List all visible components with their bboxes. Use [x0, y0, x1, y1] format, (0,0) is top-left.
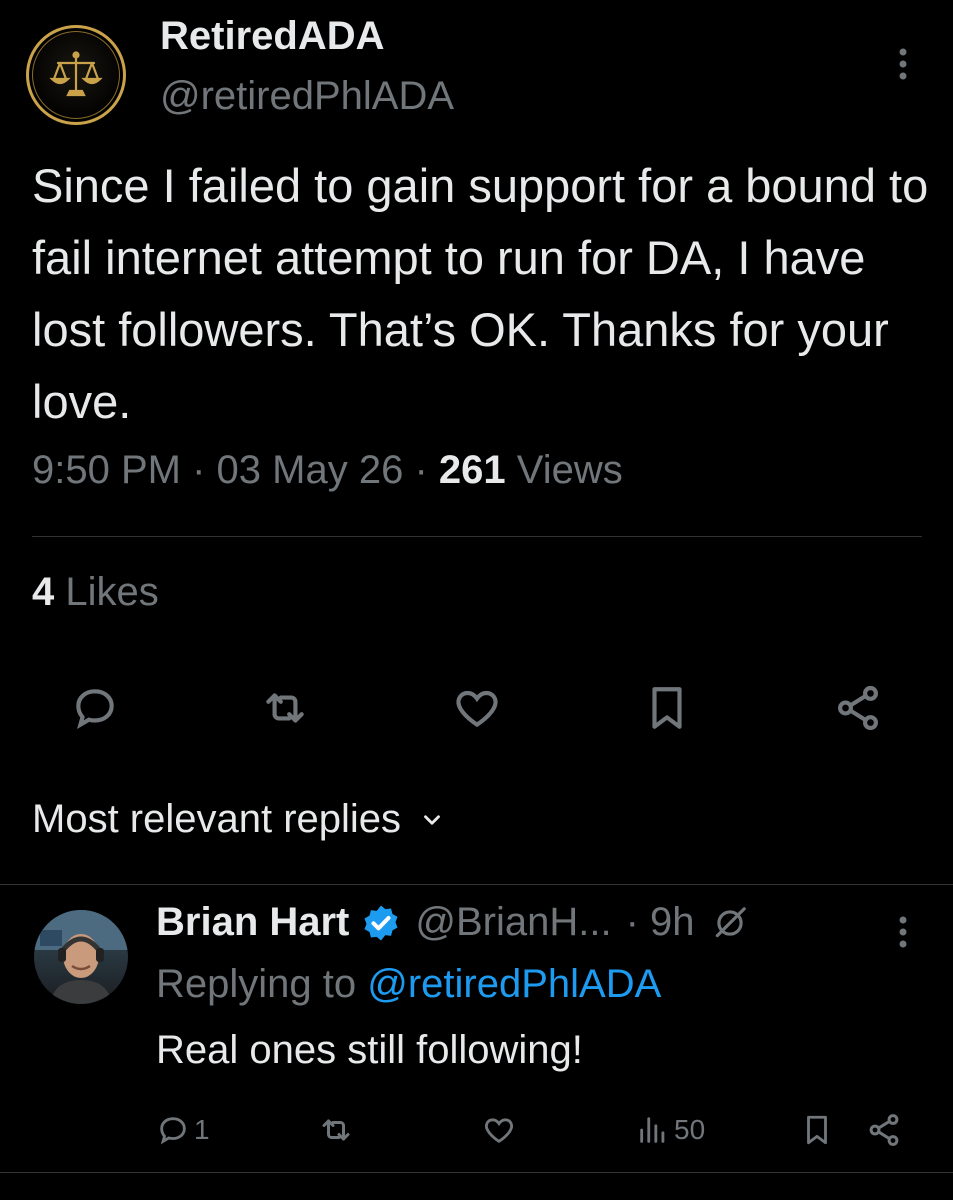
replies-sort-dropdown[interactable]: Most relevant replies: [32, 797, 445, 842]
likes-summary[interactable]: 4 Likes: [32, 570, 159, 615]
reply-more-options-icon[interactable]: [890, 912, 916, 952]
meta-separator: ·: [192, 448, 206, 492]
like-icon: [485, 1118, 513, 1144]
reply-retweet-button[interactable]: [318, 1108, 354, 1152]
reply-like-button[interactable]: [482, 1108, 516, 1152]
bookmark-icon: [652, 687, 682, 729]
reply-header: Brian Hart @BrianH... · 9h: [156, 900, 749, 945]
retweet-icon: [266, 693, 304, 723]
replying-to-handle[interactable]: @retiredPhlADA: [367, 962, 661, 1006]
more-options-icon[interactable]: [890, 44, 916, 84]
views-icon: [640, 1117, 665, 1143]
reply-bookmark-button[interactable]: [800, 1108, 834, 1152]
reply-display-name[interactable]: Brian Hart: [156, 900, 349, 945]
reply-button[interactable]: [67, 680, 123, 736]
reply-icon: [76, 689, 114, 730]
reply-handle[interactable]: @BrianH...: [415, 900, 611, 945]
divider: [0, 1172, 953, 1173]
tweet-text: Since I failed to gain support for a bou…: [32, 159, 929, 428]
share-icon: [869, 1114, 899, 1146]
replies-sort-label: Most relevant replies: [32, 797, 402, 841]
tweet-meta: 9:50 PM · 03 May 26 · 261 Views: [32, 448, 623, 493]
retweet-icon: [322, 1119, 350, 1141]
reply-count: 1: [194, 1114, 210, 1145]
share-button[interactable]: [830, 680, 886, 736]
likes-count: 4: [32, 570, 55, 614]
reply-reply-button[interactable]: 1: [156, 1108, 210, 1152]
scales-of-justice-icon: [49, 51, 103, 97]
like-icon: [456, 690, 498, 728]
divider: [0, 884, 953, 885]
grok-icon[interactable]: [711, 904, 749, 942]
retweet-button[interactable]: [257, 680, 313, 736]
share-icon: [838, 685, 878, 731]
like-button[interactable]: [449, 680, 505, 736]
tweet-date: 03 May 26: [216, 448, 404, 492]
meta-separator: ·: [414, 448, 428, 492]
reply-avatar[interactable]: [34, 910, 128, 1004]
person-photo-icon: [34, 910, 128, 1004]
divider: [32, 536, 922, 537]
views-label: Views: [516, 448, 623, 492]
bookmark-icon: [807, 1115, 827, 1145]
tweet-time: 9:50 PM: [32, 448, 181, 492]
reply-share-button[interactable]: [866, 1108, 902, 1152]
author-avatar[interactable]: [26, 25, 126, 125]
replying-to: Replying to @retiredPhlADA: [156, 962, 661, 1007]
likes-label: Likes: [65, 570, 159, 614]
bookmark-button[interactable]: [639, 680, 695, 736]
replying-to-prefix: Replying to: [156, 962, 368, 1006]
reply-icon: [160, 1117, 186, 1145]
chevron-down-icon: [424, 814, 440, 825]
author-handle[interactable]: @retiredPhlADA: [160, 74, 454, 119]
reply-text: Real ones still following!: [156, 1028, 583, 1072]
reply-views-button[interactable]: 50: [636, 1108, 705, 1152]
views-count: 261: [438, 448, 506, 492]
reply-time: · 9h: [625, 900, 695, 944]
reply-views-count: 50: [674, 1114, 706, 1145]
author-display-name[interactable]: RetiredADA: [160, 14, 384, 59]
verified-badge-icon: [364, 905, 398, 940]
